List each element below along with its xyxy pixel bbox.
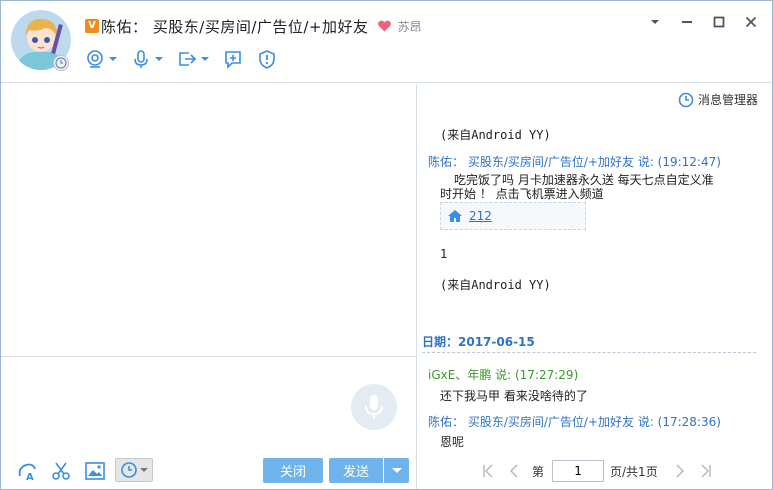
close-window-button[interactable] <box>740 13 762 31</box>
history-icon <box>121 462 137 478</box>
send-options-button[interactable] <box>384 458 409 483</box>
vip-badge-icon: V <box>85 19 99 33</box>
add-contact-button[interactable] <box>223 49 243 69</box>
page-number-input[interactable] <box>552 460 605 482</box>
voice-call-button[interactable] <box>131 49 163 69</box>
voice-message-button[interactable] <box>351 384 397 430</box>
shield-icon <box>259 50 275 69</box>
chevron-down-icon <box>109 57 117 61</box>
status-clock-icon <box>53 55 69 71</box>
font-icon: A <box>18 463 36 482</box>
maximize-icon <box>713 16 725 28</box>
last-page-button[interactable] <box>698 463 714 479</box>
message-text: 还下我马甲 看来没啥待的了 <box>440 389 588 403</box>
chevron-right-icon <box>676 464 684 478</box>
security-button[interactable] <box>257 49 277 69</box>
contact-name: 陈佑： 买股东/买房间/广告位/+加好友 <box>101 17 369 36</box>
last-page-icon <box>701 464 711 478</box>
chat-toolbar <box>85 49 291 69</box>
message-sender[interactable]: 陈佑： 买股东/买房间/广告位/+加好友 说: (19:12:47) <box>428 153 721 170</box>
close-icon <box>745 16 757 28</box>
add-contact-icon <box>225 51 241 69</box>
dropdown-icon <box>651 20 659 24</box>
compose-toolbar: A 关闭 发送 <box>1 453 417 489</box>
chevron-left-icon <box>510 464 518 478</box>
message-sender[interactable]: iGxE、年鹏 说: (17:27:29) <box>428 366 578 383</box>
pagination: 第 页/共1页 <box>480 459 724 483</box>
title-row: V 陈佑： 买股东/买房间/广告位/+加好友 苏昂 <box>85 15 422 37</box>
divider <box>422 352 756 353</box>
minimize-icon <box>682 21 692 23</box>
next-page-button[interactable] <box>672 463 688 479</box>
page-total: 页/共1页 <box>610 464 658 479</box>
chat-window: V 陈佑： 买股东/买房间/广告位/+加好友 苏昂 A 关闭 发送 消息管理器 … <box>0 0 773 490</box>
chevron-down-icon <box>391 468 402 473</box>
date-separator: 日期：2017-06-15 <box>422 335 535 349</box>
compose-pane: A 关闭 发送 <box>1 84 417 489</box>
video-call-button[interactable] <box>85 49 117 69</box>
message-manager-label: 消息管理器 <box>697 93 758 107</box>
maximize-button[interactable] <box>708 13 730 31</box>
voice-call-icon <box>134 50 148 68</box>
image-icon <box>85 462 105 480</box>
transfer-file-icon <box>179 52 197 66</box>
chevron-down-icon <box>201 57 209 61</box>
message-source: (来自Android YY) <box>440 278 551 292</box>
window-controls <box>634 13 762 31</box>
page-label: 第 <box>532 464 545 479</box>
send-button[interactable]: 发送 <box>329 458 383 483</box>
font-button[interactable]: A <box>15 459 39 483</box>
transfer-file-button[interactable] <box>177 49 209 69</box>
home-icon <box>448 210 462 222</box>
history-button[interactable] <box>115 458 153 482</box>
svg-text:A: A <box>26 472 34 482</box>
message-text: 恩呢 <box>440 435 465 449</box>
contact-signature: 苏昂 <box>397 19 422 34</box>
scissors-icon <box>52 462 70 480</box>
chat-display-area <box>1 84 417 356</box>
message-text: 时开始 ！ 点击飞机票进入频道 <box>440 187 604 201</box>
video-call-icon <box>87 50 103 68</box>
message-sender[interactable]: 陈佑： 买股东/买房间/广告位/+加好友 说: (17:28:36) <box>428 413 721 430</box>
message-source: (来自Android YY) <box>440 128 551 142</box>
first-page-icon <box>483 464 493 478</box>
screenshot-button[interactable] <box>49 459 73 483</box>
minimize-button[interactable] <box>676 13 698 31</box>
chevron-down-icon <box>155 57 163 61</box>
first-page-button[interactable] <box>480 463 496 479</box>
microphone-icon <box>365 395 383 419</box>
chevron-down-icon <box>140 468 148 472</box>
history-pane: 消息管理器 (来自Android YY) 陈佑： 买股东/买房间/广告位/+加好… <box>418 84 772 489</box>
image-button[interactable] <box>83 459 107 483</box>
close-chat-button[interactable]: 关闭 <box>263 458 323 483</box>
message-text: 1 <box>440 247 448 261</box>
window-menu-button[interactable] <box>644 13 666 31</box>
clock-icon <box>678 92 694 107</box>
chat-header: V 陈佑： 买股东/买房间/广告位/+加好友 苏昂 <box>1 1 772 83</box>
channel-number[interactable]: 212 <box>469 209 492 223</box>
message-manager-button[interactable]: 消息管理器 <box>678 91 758 108</box>
channel-link-card[interactable]: 212 <box>440 202 586 230</box>
prev-page-button[interactable] <box>506 463 522 479</box>
heart-icon <box>377 20 391 32</box>
